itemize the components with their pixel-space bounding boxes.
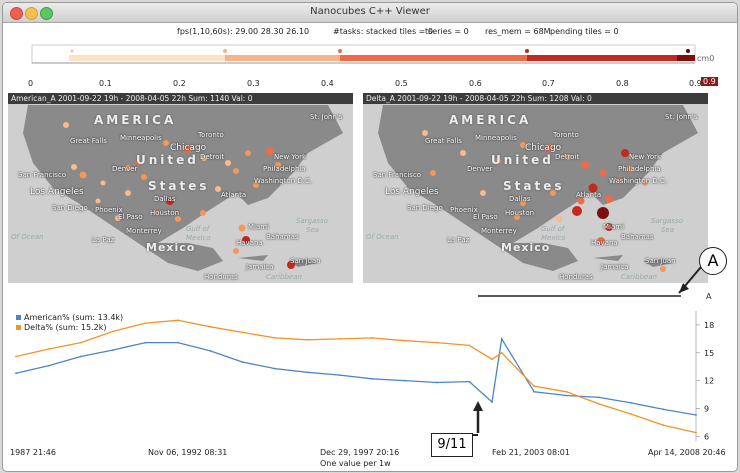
series-point-delta-16 [500, 351, 503, 354]
series-point-american-11 [371, 377, 374, 380]
legend-american: American% (sum: 13.4k) [16, 313, 123, 322]
series-point-american-16 [500, 338, 503, 340]
legend-american-label: American% (sum: 13.4k) [24, 313, 124, 322]
app-window: Nanocubes C++ Viewer fps(1,10,60s): 29.0… [2, 2, 738, 472]
series-point-delta-2 [79, 341, 82, 344]
series-line-american [15, 337, 697, 416]
series-point-american-17 [533, 390, 535, 393]
timeseries-svg: 18 15 12 9 6 [15, 311, 714, 441]
series-point-american-4 [144, 341, 147, 344]
series-point-delta-9 [306, 338, 309, 341]
series-point-delta-17 [533, 385, 535, 388]
series-point-american-14 [468, 380, 471, 383]
x-label-3: Feb 21, 2003 08:01 [492, 448, 570, 457]
series-point-american-21 [662, 408, 665, 411]
series-point-american-19 [598, 396, 600, 399]
series-point-delta-7 [241, 331, 244, 334]
series-point-delta-15 [491, 358, 493, 361]
series-point-american-7 [241, 361, 244, 363]
series-point-american-9 [306, 371, 309, 374]
legend-delta-swatch [16, 325, 21, 330]
series-point-delta-1 [47, 348, 50, 350]
series-point-american-22 [695, 414, 697, 416]
series-point-delta-8 [274, 337, 276, 339]
series-point-delta-12 [403, 339, 406, 342]
series-point-delta-20 [630, 413, 633, 415]
y-tick-label-4: 6 [704, 432, 709, 441]
series-point-american-18 [565, 394, 568, 397]
series-point-delta-22 [695, 431, 697, 434]
series-point-delta-13 [436, 341, 438, 344]
series-point-american-20 [630, 402, 633, 404]
series-point-american-0 [15, 372, 17, 375]
y-tick-label-1: 15 [704, 349, 714, 358]
legend-delta: Delta% (sum: 15.2k) [16, 323, 106, 332]
y-tick-label-3: 9 [704, 405, 709, 414]
series-point-delta-0 [15, 355, 17, 358]
x-label-0: 1987 21:46 [10, 448, 56, 457]
series-point-delta-3 [112, 330, 114, 333]
legend-american-swatch [16, 315, 21, 320]
series-point-american-5 [177, 341, 179, 344]
series-point-american-12 [403, 379, 406, 382]
x-label-4: Apr 14, 2008 20:46 [648, 448, 726, 457]
timeseries-chart[interactable]: 18 15 12 9 6 American% (sum: 13.4k) Delta% (… [8, 303, 733, 471]
annotation-a-marker: A [699, 247, 727, 275]
series-point-delta-11 [371, 337, 374, 339]
series-point-american-1 [47, 364, 50, 367]
series-point-american-15 [491, 401, 493, 403]
series-point-american-2 [79, 355, 82, 358]
series-point-american-3 [112, 349, 114, 351]
y-tick-label-2: 12 [704, 377, 714, 386]
series-point-delta-4 [144, 322, 147, 324]
series-point-delta-10 [338, 338, 341, 340]
series-point-american-6 [209, 350, 212, 352]
annotation-a-label: A [706, 292, 712, 301]
x-label-2: Dec 29, 1997 20:16 [320, 448, 400, 457]
legend-delta-label: Delta% (sum: 15.2k) [24, 323, 107, 332]
series-point-american-13 [436, 381, 438, 384]
annotation-911-label: 9/11 [431, 433, 473, 457]
x-caption: One value per 1w [320, 459, 391, 468]
series-point-delta-5 [177, 319, 179, 322]
series-point-american-8 [274, 367, 276, 370]
y-tick-label-0: 18 [704, 321, 714, 330]
series-point-delta-18 [565, 390, 568, 393]
series-point-delta-6 [209, 325, 212, 328]
x-label-1: Nov 06, 1992 08:31 [148, 448, 228, 457]
series-point-delta-14 [468, 344, 471, 347]
series-point-delta-21 [662, 424, 665, 427]
series-point-american-10 [338, 374, 341, 376]
series-point-delta-19 [598, 403, 600, 405]
